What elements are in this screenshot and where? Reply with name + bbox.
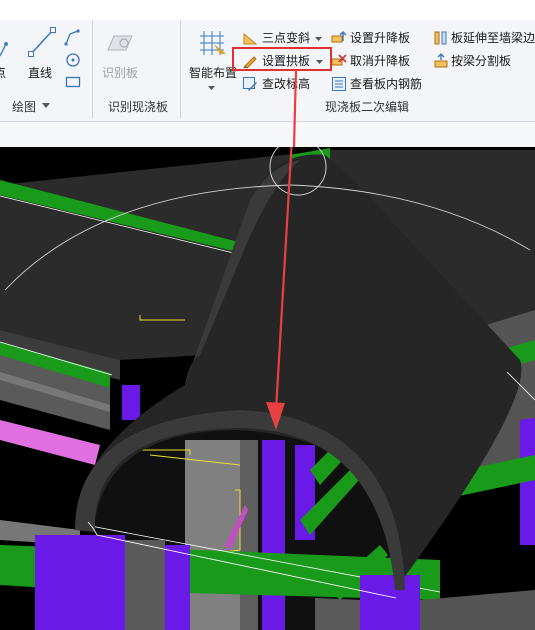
3d-viewport[interactable]: [0, 147, 535, 630]
annotation-arrow: [266, 147, 293, 430]
annotation-arrow-top: [292, 69, 298, 147]
